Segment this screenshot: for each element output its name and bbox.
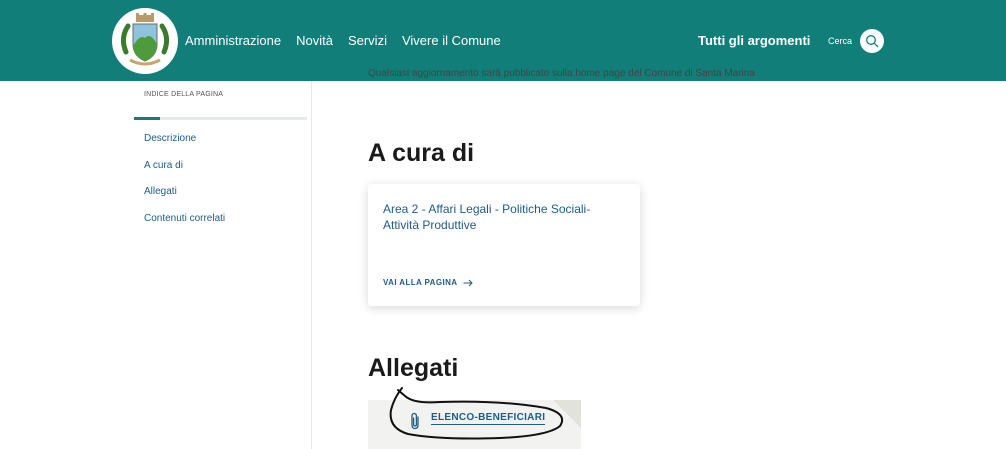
arrow-right-icon [463,279,474,286]
toc-item-contenuti-correlati[interactable]: Contenuti correlati [144,213,225,224]
description-text: Qualsiasi aggiornamento sarà pubblicato … [368,68,755,79]
nav-item-amministrazione[interactable]: Amministrazione [185,33,281,48]
search-icon [866,35,879,48]
attachment-corner-fold [553,400,581,428]
section-title-a-cura-di: A cura di [368,139,475,167]
coat-of-arms-icon [120,13,170,66]
main-nav: Amministrazione Novità Servizi Vivere il… [185,33,501,48]
section-title-allegati: Allegati [368,354,459,382]
office-card-title[interactable]: Area 2 - Affari Legali - Politiche Socia… [383,201,623,233]
municipality-logo[interactable] [112,8,178,74]
nav-item-servizi[interactable]: Servizi [348,33,387,48]
nav-item-vivere-il-comune[interactable]: Vivere il Comune [402,33,501,48]
search-button[interactable] [860,29,884,53]
go-to-page-label: VAI ALLA PAGINA [383,278,458,287]
toc-progress-track [134,117,307,120]
go-to-page-link[interactable]: VAI ALLA PAGINA [383,278,474,287]
column-divider [311,81,312,449]
nav-item-novita[interactable]: Novità [296,33,333,48]
office-card[interactable]: Area 2 - Affari Legali - Politiche Socia… [368,184,640,306]
attachment-link[interactable]: ELENCO-BENEFICIARI [431,412,546,425]
attachment-card[interactable]: ELENCO-BENEFICIARI [368,400,581,449]
all-topics-link[interactable]: Tutti gli argomenti [698,33,810,48]
search-label[interactable]: Cerca [828,36,852,46]
toc-item-a-cura-di[interactable]: A cura di [144,160,183,171]
toc-item-allegati[interactable]: Allegati [144,186,177,197]
toc-progress-bar [134,117,160,120]
paperclip-icon [411,412,419,430]
toc-item-descrizione[interactable]: Descrizione [144,133,196,144]
toc-title: INDICE DELLA PAGINA [144,91,224,98]
